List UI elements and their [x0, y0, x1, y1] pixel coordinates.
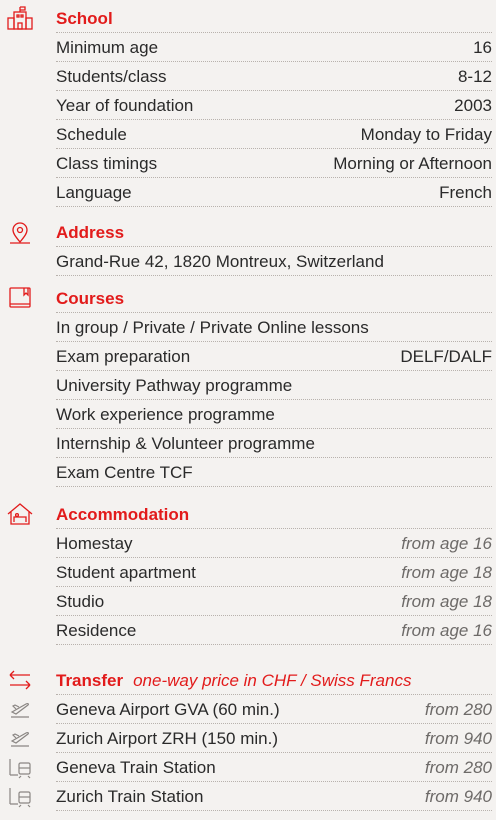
school-row: Schedule Monday to Friday — [56, 120, 492, 149]
row-label: Zurich Airport ZRH (150 min.) — [56, 728, 278, 748]
transfer-title: Transfer — [56, 670, 124, 690]
school-title: School — [56, 8, 113, 28]
school-building-icon — [6, 6, 36, 30]
row-label: Geneva Airport GVA (60 min.) — [56, 699, 280, 719]
address-heading: Address — [56, 218, 492, 247]
row-label: Year of foundation — [56, 95, 194, 115]
row-label: Exam Centre TCF — [56, 462, 193, 482]
accommodation-title: Accommodation — [56, 504, 190, 524]
plane-icon — [6, 726, 36, 750]
row-value: from age 18 — [401, 591, 492, 611]
course-row: Exam Centre TCF — [56, 458, 492, 487]
train-icon — [6, 784, 36, 808]
row-label: Students/class — [56, 66, 167, 86]
school-row: Students/class 8-12 — [56, 62, 492, 91]
row-label: Student apartment — [56, 562, 196, 582]
row-value: Monday to Friday — [360, 124, 492, 144]
transfer-row: Zurich Airport ZRH (150 min.) from 940 — [56, 724, 492, 753]
row-label: Class timings — [56, 153, 158, 173]
transfer-heading: Transfer one-way price in CHF / Swiss Fr… — [56, 666, 492, 695]
row-value: from 940 — [424, 786, 492, 806]
book-icon — [6, 286, 36, 310]
row-label: Geneva Train Station — [56, 757, 216, 777]
address-text: Grand-Rue 42, 1820 Montreux, Switzerland — [56, 251, 384, 271]
row-label: Internship & Volunteer programme — [56, 433, 315, 453]
row-label: In group / Private / Private Online less… — [56, 317, 369, 337]
transfer-row: Zurich Train Station from 940 — [56, 782, 492, 811]
train-icon — [6, 755, 36, 779]
address-title: Address — [56, 222, 125, 242]
row-label: Zurich Train Station — [56, 786, 204, 806]
house-bed-icon — [6, 502, 36, 526]
row-label: Exam preparation — [56, 346, 191, 366]
row-value: from 280 — [424, 699, 492, 719]
school-row: Class timings Morning or Afternoon — [56, 149, 492, 178]
course-row: University Pathway programme — [56, 371, 492, 400]
row-value: from age 18 — [401, 562, 492, 582]
school-row: Year of foundation 2003 — [56, 91, 492, 120]
two-way-arrows-icon — [6, 668, 36, 692]
row-label: Schedule — [56, 124, 127, 144]
transfer-subtitle: one-way price in CHF / Swiss Francs — [133, 670, 412, 690]
row-label: Residence — [56, 620, 137, 640]
accommodation-heading: Accommodation — [56, 500, 492, 529]
row-value: 8-12 — [457, 66, 492, 86]
accommodation-row: Residence from age 16 — [56, 616, 492, 645]
row-value: from age 16 — [401, 533, 492, 553]
address-row: Grand-Rue 42, 1820 Montreux, Switzerland — [56, 247, 492, 276]
courses-heading: Courses — [56, 284, 492, 313]
accommodation-row: Studio from age 18 — [56, 587, 492, 616]
school-heading: School — [56, 4, 492, 33]
row-value: DELF/DALF — [400, 346, 492, 366]
courses-title: Courses — [56, 288, 125, 308]
school-row: Minimum age 16 — [56, 33, 492, 62]
row-value: 16 — [473, 37, 492, 57]
row-label: Homestay — [56, 533, 133, 553]
row-label: Minimum age — [56, 37, 159, 57]
row-value: 2003 — [454, 95, 492, 115]
plane-icon — [6, 697, 36, 721]
row-label: Language — [56, 182, 132, 202]
transfer-row: Geneva Airport GVA (60 min.) from 280 — [56, 695, 492, 724]
row-label: University Pathway programme — [56, 375, 293, 395]
row-value: Morning or Afternoon — [333, 153, 492, 173]
row-label: Work experience programme — [56, 404, 275, 424]
map-pin-icon — [6, 221, 36, 245]
transfer-row: Geneva Train Station from 280 — [56, 753, 492, 782]
row-label: Studio — [56, 591, 105, 611]
course-row: Internship & Volunteer programme — [56, 429, 492, 458]
accommodation-row: Student apartment from age 18 — [56, 558, 492, 587]
accommodation-row: Homestay from age 16 — [56, 529, 492, 558]
row-value: from 280 — [424, 757, 492, 777]
course-row: Exam preparation DELF/DALF — [56, 342, 492, 371]
row-value: from age 16 — [401, 620, 492, 640]
course-row: In group / Private / Private Online less… — [56, 313, 492, 342]
row-value: from 940 — [424, 728, 492, 748]
row-value: French — [439, 182, 492, 202]
school-row: Language French — [56, 178, 492, 207]
course-row: Work experience programme — [56, 400, 492, 429]
